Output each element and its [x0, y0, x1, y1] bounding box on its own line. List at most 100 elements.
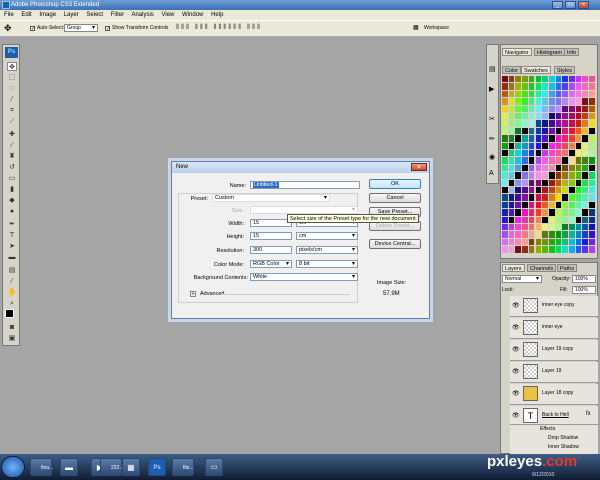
swatch-cell[interactable] — [528, 90, 535, 98]
taskbar-item[interactable]: file... — [172, 458, 194, 476]
swatch-cell[interactable] — [548, 164, 555, 172]
swatch-cell[interactable] — [548, 246, 555, 253]
swatch-cell[interactable] — [548, 150, 555, 157]
swatch-cell[interactable] — [528, 83, 535, 90]
swatch-cell[interactable] — [555, 157, 562, 164]
swatch-cell[interactable] — [508, 135, 515, 142]
eye-icon[interactable]: 👁 — [512, 302, 520, 309]
swatch-cell[interactable] — [555, 150, 562, 157]
swatch-cell[interactable] — [569, 76, 575, 83]
swatch-cell[interactable] — [515, 113, 522, 120]
swatch-cell[interactable] — [502, 194, 508, 201]
swatch-cell[interactable] — [582, 172, 589, 179]
swatch-cell[interactable] — [528, 179, 535, 186]
swatch-cell[interactable] — [515, 135, 522, 142]
swatch-cell[interactable] — [562, 150, 568, 157]
swatch-cell[interactable] — [582, 76, 589, 83]
swatch-cell[interactable] — [569, 179, 575, 186]
menu-file[interactable]: File — [4, 12, 14, 18]
swatch-cell[interactable] — [542, 83, 548, 90]
swatch-cell[interactable] — [562, 120, 568, 127]
swatch-cell[interactable] — [555, 98, 562, 105]
swatch-cell[interactable] — [582, 127, 589, 135]
swatch-cell[interactable] — [542, 209, 548, 216]
swatch-cell[interactable] — [589, 120, 595, 127]
swatch-cell[interactable] — [569, 90, 575, 98]
swatch-cell[interactable] — [508, 157, 515, 164]
swatch-cell[interactable] — [582, 120, 589, 127]
swatch-cell[interactable] — [542, 187, 548, 194]
swatch-cell[interactable] — [575, 164, 582, 172]
swatch-cell[interactable] — [528, 209, 535, 216]
swatch-cell[interactable] — [528, 224, 535, 231]
move-tool-icon[interactable]: ✥ — [4, 23, 12, 34]
swatch-cell[interactable] — [548, 201, 555, 209]
tab-styles[interactable]: Styles — [554, 66, 575, 74]
swatch-cell[interactable] — [548, 194, 555, 201]
swatch-cell[interactable] — [522, 231, 528, 238]
swatch-cell[interactable] — [562, 179, 568, 186]
swatch-cell[interactable] — [555, 105, 562, 112]
swatch-cell[interactable] — [522, 135, 528, 142]
size-dropdown[interactable] — [250, 206, 358, 214]
workspace-icon[interactable]: ▦ — [413, 24, 419, 31]
advanced-label[interactable]: Advanced — [200, 291, 224, 297]
actions-icon[interactable]: ▶ — [489, 85, 494, 93]
swatch-cell[interactable] — [508, 98, 515, 105]
swatch-cell[interactable] — [528, 105, 535, 112]
ok-button[interactable]: OK — [369, 179, 421, 189]
swatch-cell[interactable] — [562, 90, 568, 98]
swatch-cell[interactable] — [582, 142, 589, 149]
swatch-cell[interactable] — [522, 142, 528, 149]
window-icon[interactable]: ▭ — [205, 458, 223, 476]
swatch-cell[interactable] — [515, 157, 522, 164]
swatch-cell[interactable] — [589, 172, 595, 179]
swatch-cell[interactable] — [548, 209, 555, 216]
swatch-cell[interactable] — [528, 157, 535, 164]
swatch-cell[interactable] — [502, 187, 508, 194]
swatch-cell[interactable] — [555, 216, 562, 223]
swatch-cell[interactable] — [502, 157, 508, 164]
auto-select-dropdown[interactable]: Group — [64, 24, 98, 32]
swatch-cell[interactable] — [582, 238, 589, 246]
swatches-grid[interactable] — [502, 76, 596, 256]
swatch-cell[interactable] — [575, 90, 582, 98]
eye-icon[interactable]: 👁 — [512, 412, 520, 419]
swatch-cell[interactable] — [589, 216, 595, 223]
brushes-icon[interactable]: ✏ — [489, 135, 495, 143]
dialog-close-button[interactable]: ✕ — [411, 163, 427, 171]
swatch-cell[interactable] — [589, 224, 595, 231]
character-icon[interactable]: A — [489, 170, 494, 177]
swatch-cell[interactable] — [555, 201, 562, 209]
swatch-cell[interactable] — [535, 179, 542, 186]
swatch-cell[interactable] — [502, 120, 508, 127]
tool-presets-icon[interactable]: ✂ — [489, 115, 495, 123]
swatch-cell[interactable] — [535, 120, 542, 127]
swatch-cell[interactable] — [528, 216, 535, 223]
swatch-cell[interactable] — [562, 194, 568, 201]
swatch-cell[interactable] — [515, 142, 522, 149]
foreground-color-swatch[interactable] — [5, 309, 14, 318]
swatch-cell[interactable] — [589, 157, 595, 164]
swatch-cell[interactable] — [522, 201, 528, 209]
background-contents-dropdown[interactable]: White — [250, 273, 358, 281]
swatch-cell[interactable] — [555, 164, 562, 172]
history-icon[interactable]: ▤ — [489, 65, 496, 73]
swatch-cell[interactable] — [582, 135, 589, 142]
swatch-cell[interactable] — [575, 231, 582, 238]
blend-mode-dropdown[interactable]: Normal — [502, 275, 542, 283]
dodge-icon[interactable]: ● — [7, 207, 17, 216]
zoom-icon[interactable]: ⌕ — [7, 299, 17, 308]
swatch-cell[interactable] — [522, 179, 528, 186]
swatch-cell[interactable] — [542, 201, 548, 209]
name-field[interactable]: Untitled-1 — [250, 181, 360, 189]
swatch-cell[interactable] — [528, 76, 535, 83]
swatch-cell[interactable] — [562, 216, 568, 223]
menu-view[interactable]: View — [161, 12, 174, 18]
swatch-cell[interactable] — [562, 224, 568, 231]
swatch-cell[interactable] — [555, 120, 562, 127]
swatch-cell[interactable] — [575, 142, 582, 149]
swatch-cell[interactable] — [535, 127, 542, 135]
swatch-cell[interactable] — [528, 120, 535, 127]
swatch-cell[interactable] — [555, 246, 562, 253]
